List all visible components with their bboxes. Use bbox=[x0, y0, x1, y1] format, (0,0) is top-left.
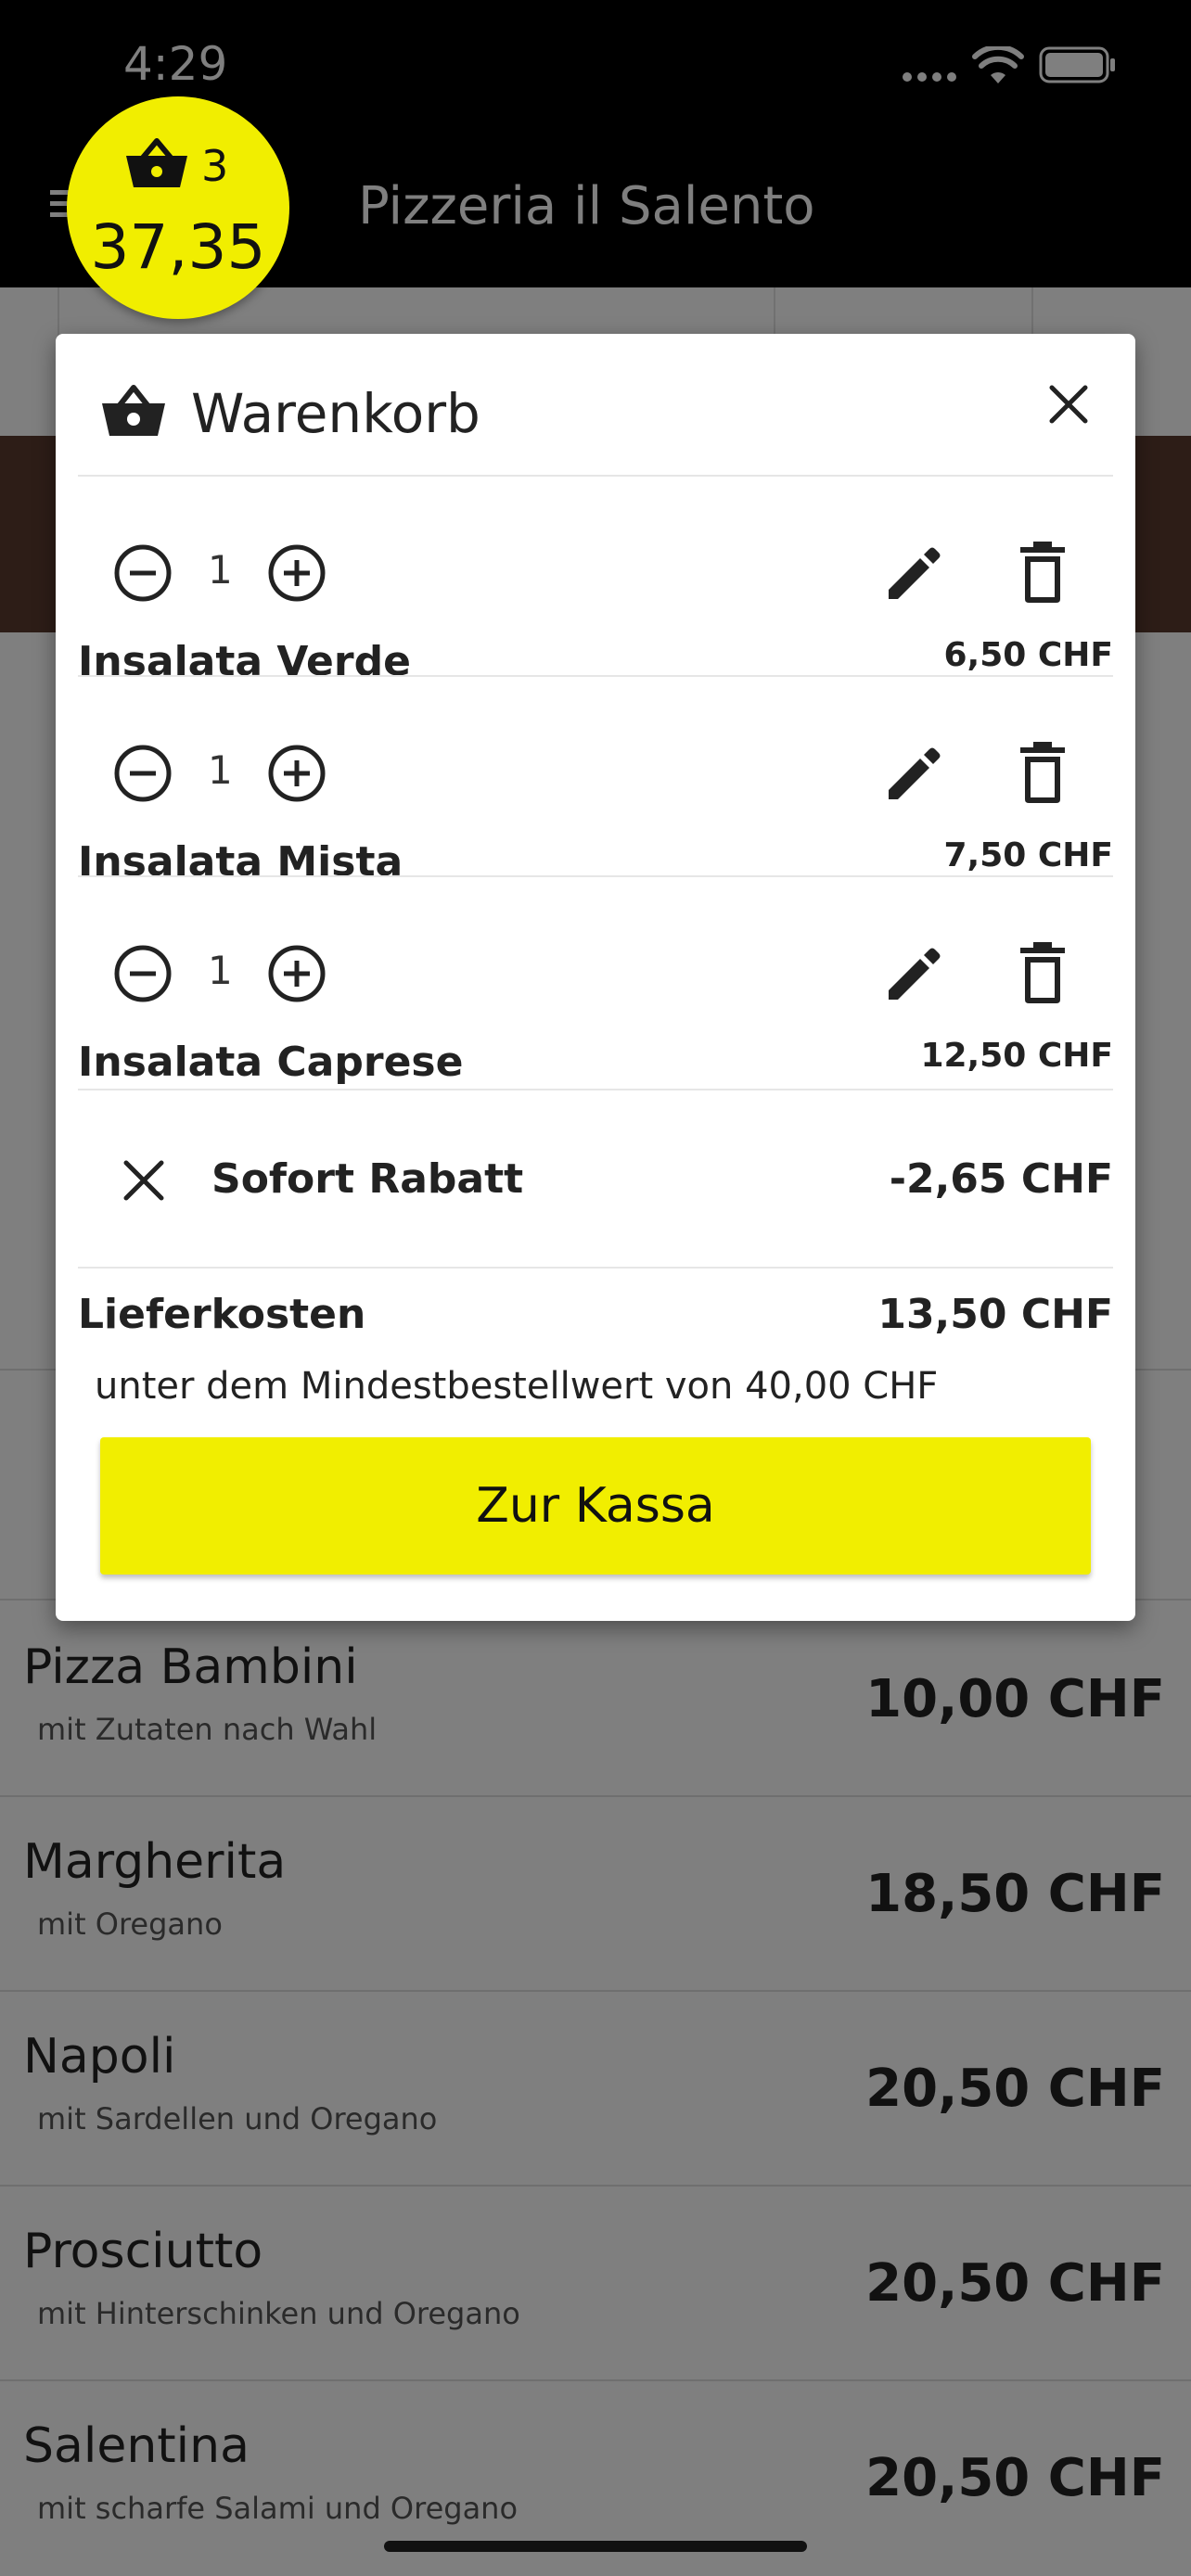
divider bbox=[78, 1089, 1113, 1090]
cart-item: 1 Insalata Caprese 12,50 CHF bbox=[56, 898, 1135, 1098]
remove-discount-icon[interactable] bbox=[121, 1157, 167, 1204]
cart-dialog: Warenkorb 1 Insalata Verde 6,50 CHF 1 In… bbox=[56, 334, 1135, 1621]
divider bbox=[78, 875, 1113, 877]
plus-circle-icon[interactable] bbox=[267, 944, 327, 1003]
delivery-label: Lieferkosten bbox=[78, 1291, 366, 1338]
pencil-icon[interactable] bbox=[883, 744, 944, 805]
minus-circle-icon[interactable] bbox=[113, 944, 173, 1003]
discount-value: -2,65 CHF bbox=[889, 1155, 1113, 1203]
item-price: 12,50 CHF bbox=[920, 1037, 1113, 1075]
item-price: 6,50 CHF bbox=[943, 636, 1114, 674]
item-quantity: 1 bbox=[208, 547, 233, 593]
checkout-button[interactable]: Zur Kassa bbox=[100, 1437, 1091, 1575]
close-icon[interactable] bbox=[1041, 376, 1096, 432]
cart-total: 37,35 bbox=[90, 211, 266, 283]
cart-count: 3 bbox=[201, 141, 229, 191]
basket-icon bbox=[102, 385, 165, 436]
dialog-title: Warenkorb bbox=[191, 382, 480, 445]
minus-circle-icon[interactable] bbox=[113, 543, 173, 603]
item-price: 7,50 CHF bbox=[943, 836, 1114, 874]
cart-badge[interactable]: 3 37,35 bbox=[67, 96, 289, 319]
plus-circle-icon[interactable] bbox=[267, 744, 327, 803]
item-name: Insalata Caprese bbox=[78, 1039, 464, 1086]
delivery-value: 13,50 CHF bbox=[877, 1291, 1113, 1338]
trash-icon[interactable] bbox=[1017, 540, 1069, 605]
item-name: Insalata Verde bbox=[78, 638, 411, 685]
plus-circle-icon[interactable] bbox=[267, 543, 327, 603]
cart-item: 1 Insalata Mista 7,50 CHF bbox=[56, 697, 1135, 898]
trash-icon[interactable] bbox=[1017, 940, 1069, 1005]
home-indicator bbox=[384, 2541, 807, 2552]
trash-icon[interactable] bbox=[1017, 740, 1069, 805]
item-quantity: 1 bbox=[208, 948, 233, 993]
minus-circle-icon[interactable] bbox=[113, 744, 173, 803]
basket-icon bbox=[126, 138, 187, 187]
pencil-icon[interactable] bbox=[883, 543, 944, 605]
divider bbox=[78, 475, 1113, 477]
cart-item: 1 Insalata Verde 6,50 CHF bbox=[56, 497, 1135, 697]
divider bbox=[78, 675, 1113, 677]
divider bbox=[78, 1267, 1113, 1269]
item-quantity: 1 bbox=[208, 747, 233, 793]
item-name: Insalata Mista bbox=[78, 838, 403, 886]
minimum-order-note: unter dem Mindestbestellwert von 40,00 C… bbox=[95, 1365, 939, 1408]
discount-label: Sofort Rabatt bbox=[211, 1155, 524, 1203]
pencil-icon[interactable] bbox=[883, 944, 944, 1005]
